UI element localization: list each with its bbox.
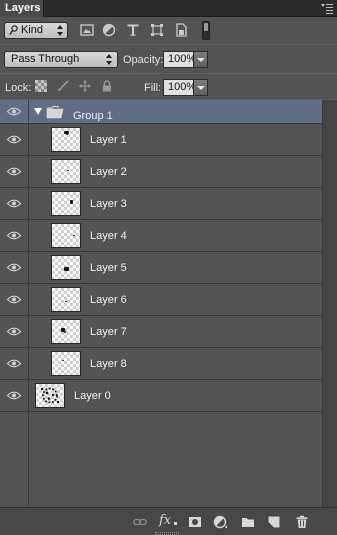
layer-0-artwork bbox=[41, 387, 59, 404]
lock-image-pixels-icon[interactable] bbox=[57, 80, 69, 92]
link-layers-icon[interactable] bbox=[133, 515, 147, 529]
layer-name[interactable]: Layer 6 bbox=[90, 294, 127, 306]
blend-mode-select[interactable]: Pass Through bbox=[4, 51, 118, 68]
layer-row[interactable]: Layer 6 bbox=[0, 284, 322, 316]
visibility-eye-icon[interactable] bbox=[7, 295, 21, 304]
layer-style-fx-icon[interactable]: fx bbox=[159, 513, 181, 529]
fill-label: Fill: bbox=[144, 82, 162, 94]
opacity-input[interactable]: 100% bbox=[163, 51, 196, 68]
panel-titlebar: Layers bbox=[0, 0, 337, 17]
layer-row[interactable]: Layer 1 bbox=[0, 124, 322, 156]
layer-name[interactable]: Group 1 bbox=[73, 110, 113, 122]
layers-list: Group 1 Layer 1 Layer 2 Layer 3 Layer 4 … bbox=[0, 100, 322, 507]
filter-kind-label: Kind bbox=[21, 24, 44, 36]
filter-row: Kind bbox=[0, 17, 337, 44]
layer-thumbnail bbox=[51, 287, 81, 312]
layer-thumbnail bbox=[51, 223, 81, 248]
fx-label: fx bbox=[159, 513, 172, 528]
lock-row: Lock: Fill: 100% bbox=[0, 75, 337, 99]
layer-name[interactable]: Layer 8 bbox=[90, 358, 127, 370]
layer-row[interactable]: Layer 4 bbox=[0, 220, 322, 252]
layer-thumbnail bbox=[51, 255, 81, 280]
visibility-eye-icon[interactable] bbox=[7, 263, 21, 272]
type-layer-filter-icon[interactable] bbox=[126, 23, 140, 37]
layer-name[interactable]: Layer 7 bbox=[90, 326, 127, 338]
layer-row[interactable]: Layer 2 bbox=[0, 156, 322, 188]
shape-layer-filter-icon[interactable] bbox=[150, 23, 164, 37]
layer-row[interactable]: Layer 8 bbox=[0, 348, 322, 380]
layer-thumbnail bbox=[51, 127, 81, 152]
layer-thumbnail bbox=[51, 319, 81, 344]
layer-name[interactable]: Layer 1 bbox=[90, 134, 127, 146]
layer-name[interactable]: Layer 2 bbox=[90, 166, 127, 178]
pixel-layer-filter-icon[interactable] bbox=[80, 23, 94, 37]
divider bbox=[0, 73, 337, 74]
updown-arrows-icon bbox=[106, 54, 112, 65]
layers-scrollbar[interactable] bbox=[322, 100, 337, 507]
opacity-label: Opacity: bbox=[123, 54, 164, 66]
layer-thumbnail bbox=[51, 159, 81, 184]
visibility-eye-icon[interactable] bbox=[7, 231, 21, 240]
layer-name[interactable]: Layer 5 bbox=[90, 262, 127, 274]
tab-layers[interactable]: Layers bbox=[0, 0, 44, 17]
layer-thumbnail bbox=[51, 191, 81, 216]
add-mask-icon[interactable] bbox=[188, 515, 202, 529]
layer-row[interactable]: Layer 3 bbox=[0, 188, 322, 220]
adjustment-layer-icon[interactable] bbox=[213, 515, 227, 529]
lock-transparent-pixels-icon[interactable] bbox=[35, 80, 47, 92]
visibility-eye-icon[interactable] bbox=[7, 167, 21, 176]
lock-all-icon[interactable] bbox=[101, 80, 113, 92]
layer-name[interactable]: Layer 0 bbox=[74, 390, 111, 402]
layers-footer-toolbar: fx bbox=[0, 507, 337, 535]
lock-position-icon[interactable] bbox=[79, 80, 91, 92]
lock-label: Lock: bbox=[5, 82, 32, 94]
new-layer-icon[interactable] bbox=[267, 515, 281, 529]
visibility-eye-icon[interactable] bbox=[7, 391, 21, 400]
folder-icon bbox=[46, 106, 64, 119]
panel-menu-icon[interactable] bbox=[321, 3, 333, 14]
opacity-dropdown-button[interactable] bbox=[194, 51, 208, 68]
delete-layer-icon[interactable] bbox=[295, 515, 309, 529]
fill-input[interactable]: 100% bbox=[163, 79, 196, 96]
divider bbox=[0, 44, 337, 45]
visibility-eye-icon[interactable] bbox=[7, 359, 21, 368]
updown-arrows-icon bbox=[57, 25, 63, 36]
layer-name[interactable]: Layer 3 bbox=[90, 198, 127, 210]
visibility-eye-icon[interactable] bbox=[7, 107, 21, 116]
layer-thumbnail bbox=[35, 383, 65, 408]
filter-toggle-switch[interactable] bbox=[202, 21, 210, 40]
blend-mode-value: Pass Through bbox=[11, 53, 80, 65]
filter-kind-select[interactable]: Kind bbox=[4, 22, 68, 39]
visibility-eye-icon[interactable] bbox=[7, 327, 21, 336]
layer-row[interactable]: Layer 5 bbox=[0, 252, 322, 284]
layer-thumbnail bbox=[51, 351, 81, 376]
layer-row[interactable]: Layer 7 bbox=[0, 316, 322, 348]
visibility-eye-icon[interactable] bbox=[7, 135, 21, 144]
expand-triangle-icon[interactable] bbox=[34, 108, 42, 115]
blend-row: Pass Through Opacity: 100% bbox=[0, 46, 337, 73]
fill-dropdown-button[interactable] bbox=[194, 79, 208, 96]
layer-row-group-1[interactable]: Group 1 bbox=[0, 100, 322, 124]
layer-row[interactable]: Layer 0 bbox=[0, 380, 322, 412]
visibility-eye-icon[interactable] bbox=[7, 199, 21, 208]
layers-panel: Kind Pass Through Opacity: 100% Lock: Fi… bbox=[0, 17, 337, 535]
search-icon bbox=[9, 25, 18, 35]
layer-name[interactable]: Layer 4 bbox=[90, 230, 127, 242]
new-group-icon[interactable] bbox=[241, 515, 255, 529]
adjustment-layer-filter-icon[interactable] bbox=[102, 23, 116, 37]
smart-object-filter-icon[interactable] bbox=[174, 23, 188, 37]
